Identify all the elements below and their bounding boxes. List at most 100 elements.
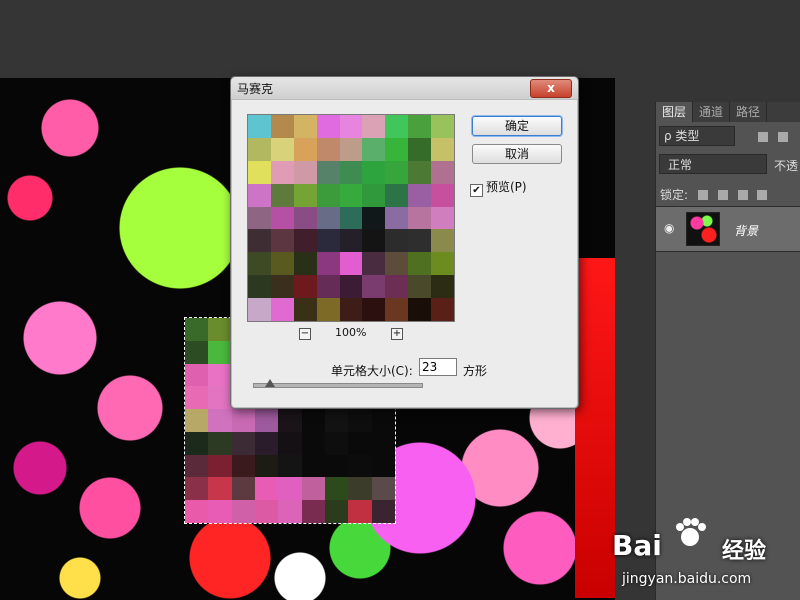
mosaic-preview-cell [431, 252, 454, 276]
mosaic-preview-cell [293, 252, 317, 276]
cancel-button[interactable]: 取消 [472, 144, 562, 164]
preview-checkbox[interactable]: ✔ 预览(P) [470, 178, 527, 197]
mosaic-preview[interactable] [247, 114, 455, 322]
paw-logo-icon [676, 518, 706, 546]
cell-size-slider-thumb[interactable] [265, 379, 275, 387]
mosaic-preview-cell [270, 137, 294, 161]
mosaic-preview-cell [408, 137, 432, 161]
mosaic-preview-cell [362, 137, 386, 161]
canvas-red-region [575, 258, 615, 598]
mosaic-preview-cell [293, 115, 317, 138]
mosaic-preview-cell [316, 298, 340, 321]
layer-name[interactable]: 背景 [734, 222, 758, 239]
mosaic-canvas-cell [185, 340, 209, 364]
mosaic-preview-cell [248, 206, 271, 230]
layer-filter-select[interactable]: ρ 类型 [659, 126, 735, 146]
image-filter-icon[interactable] [758, 132, 768, 142]
mosaic-dialog: 马赛克 x − 100% + 确定 取消 ✔预览(P) 单元格大小(C): 方形 [230, 76, 579, 409]
zoom-level: 100% [335, 326, 367, 339]
mosaic-preview-cell [339, 115, 363, 138]
lock-row: 锁定: [660, 186, 768, 203]
watermark-brand-left: Bai [612, 529, 662, 562]
tab-layers[interactable]: 图层 [656, 102, 694, 122]
mosaic-preview-cell [316, 183, 340, 207]
adjust-filter-icon[interactable] [778, 132, 788, 142]
mosaic-canvas-cell [325, 477, 349, 501]
mosaic-canvas-cell [278, 477, 302, 501]
mosaic-preview-cell [293, 275, 317, 299]
mosaic-canvas-cell [185, 454, 209, 478]
mosaic-canvas-cell [301, 477, 325, 501]
mosaic-canvas-cell [278, 431, 302, 455]
eye-icon[interactable]: ◉ [664, 221, 674, 235]
mosaic-preview-cell [293, 137, 317, 161]
zoom-out-button[interactable]: − [299, 328, 311, 340]
dialog-titlebar[interactable]: 马赛克 x [231, 77, 578, 100]
lock-all-icon[interactable] [757, 190, 768, 200]
mosaic-preview-cell [408, 206, 432, 230]
mosaic-preview-cell [431, 160, 454, 184]
mosaic-preview-cell [431, 229, 454, 253]
mosaic-canvas-cell [185, 409, 209, 432]
mosaic-preview-cell [362, 206, 386, 230]
mosaic-preview-cell [270, 252, 294, 276]
mosaic-preview-cell [270, 160, 294, 184]
mosaic-preview-cell [385, 252, 409, 276]
mosaic-canvas-cell [255, 477, 279, 501]
mosaic-canvas-cell [208, 318, 232, 341]
baidu-watermark: Bai 经验 jingyan.baidu.com [612, 515, 800, 595]
mosaic-preview-cell [293, 160, 317, 184]
lock-transparent-icon[interactable] [697, 190, 708, 200]
mosaic-canvas-cell [208, 363, 232, 387]
tab-paths[interactable]: 路径 [730, 102, 768, 122]
mosaic-preview-cell [248, 275, 271, 299]
mosaic-canvas-cell [301, 500, 325, 523]
mosaic-preview-cell [362, 298, 386, 321]
mosaic-preview-cell [293, 229, 317, 253]
mosaic-preview-cell [248, 229, 271, 253]
mosaic-canvas-cell [208, 477, 232, 501]
mosaic-preview-cell [408, 229, 432, 253]
mosaic-preview-cell [431, 275, 454, 299]
ok-button[interactable]: 确定 [472, 116, 562, 136]
mosaic-preview-cell [408, 252, 432, 276]
mosaic-preview-cell [316, 115, 340, 138]
mosaic-preview-cell [408, 183, 432, 207]
mosaic-canvas-cell [301, 431, 325, 455]
close-button[interactable]: x [530, 79, 572, 98]
mosaic-preview-cell [339, 252, 363, 276]
lock-move-icon[interactable] [737, 190, 748, 200]
cell-size-input[interactable] [419, 358, 457, 376]
mosaic-preview-cell [316, 275, 340, 299]
mosaic-canvas-cell [371, 477, 395, 501]
mosaic-preview-cell [385, 229, 409, 253]
mosaic-canvas-cell [208, 386, 232, 410]
mosaic-preview-cell [339, 275, 363, 299]
mosaic-canvas-cell [325, 431, 349, 455]
cell-size-slider-track[interactable] [253, 383, 423, 388]
mosaic-canvas-cell [231, 454, 255, 478]
mosaic-preview-cell [362, 229, 386, 253]
mosaic-preview-cell [385, 137, 409, 161]
blend-mode-select[interactable]: 正常 [659, 154, 767, 174]
mosaic-preview-cell [362, 183, 386, 207]
tab-channels[interactable]: 通道 [693, 102, 731, 122]
mosaic-canvas-cell [208, 409, 232, 432]
checkbox-check-icon[interactable]: ✔ [470, 184, 483, 197]
mosaic-canvas-cell [185, 386, 209, 410]
preview-label: 预览(P) [486, 180, 527, 194]
layer-row-background[interactable]: ◉ 背景 [656, 206, 800, 252]
mosaic-canvas-cell [371, 500, 395, 523]
mosaic-preview-cell [431, 183, 454, 207]
mosaic-preview-cell [431, 206, 454, 230]
mosaic-preview-cell [339, 160, 363, 184]
mosaic-canvas-cell [278, 454, 302, 478]
zoom-in-button[interactable]: + [391, 328, 403, 340]
mosaic-preview-cell [316, 137, 340, 161]
mosaic-canvas-cell [278, 500, 302, 523]
mosaic-preview-cell [248, 137, 271, 161]
lock-brush-icon[interactable] [717, 190, 728, 200]
opacity-label: 不透 [774, 159, 799, 173]
mosaic-preview-cell [270, 115, 294, 138]
mosaic-canvas-cell [325, 454, 349, 478]
